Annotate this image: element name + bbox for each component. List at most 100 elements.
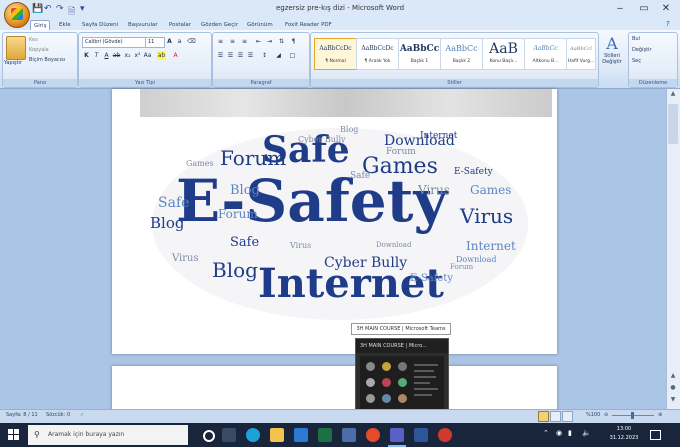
bold-icon[interactable]: K: [82, 51, 91, 60]
customize-qat-icon[interactable]: ▾: [80, 4, 85, 15]
tab-mailings[interactable]: Postalar: [166, 20, 194, 30]
tray-chevron-icon[interactable]: ⌃: [543, 429, 549, 437]
teams-icon[interactable]: [390, 428, 404, 442]
increase-indent-icon[interactable]: ⇥: [265, 37, 274, 46]
window-title: egzersiz pre-kış dizi - Microsoft Word: [275, 4, 405, 12]
store-icon[interactable]: [294, 428, 308, 442]
proofing-icon[interactable]: ✓: [80, 412, 84, 418]
multilevel-list-icon[interactable]: ≡: [240, 37, 249, 46]
change-styles-button[interactable]: A Stilleri Değiştir: [599, 34, 625, 78]
justify-icon[interactable]: ☰: [246, 51, 255, 60]
superscript-icon[interactable]: x²: [133, 51, 142, 60]
print-layout-view-icon[interactable]: [538, 411, 549, 422]
align-center-icon[interactable]: ☰: [226, 51, 235, 60]
zoom-out-icon[interactable]: ⊖: [604, 412, 608, 418]
scroll-up-icon[interactable]: ▲: [667, 90, 679, 100]
browse-object-icon[interactable]: ●: [667, 384, 679, 394]
find-button[interactable]: Bul: [632, 36, 640, 42]
shading-icon[interactable]: ◢: [274, 51, 283, 60]
grow-font-icon[interactable]: A: [165, 37, 174, 46]
office-button[interactable]: [4, 2, 30, 28]
zoom-level[interactable]: %100: [586, 412, 600, 418]
strikethrough-icon[interactable]: ab: [112, 51, 121, 60]
prev-page-icon[interactable]: ▲: [667, 372, 679, 382]
change-case-icon[interactable]: Aa: [143, 51, 152, 60]
photos-icon[interactable]: [342, 428, 356, 442]
select-button[interactable]: Seç: [632, 58, 641, 64]
style-subtitle[interactable]: AaBbCc Altkonu B...: [524, 38, 567, 70]
maximize-button[interactable]: ▭: [634, 3, 654, 14]
tab-view[interactable]: Görünüm: [244, 20, 276, 30]
cut-button[interactable]: Kes: [29, 37, 38, 43]
document-page-2[interactable]: [112, 366, 557, 411]
highlight-icon[interactable]: ab: [157, 51, 166, 60]
paste-icon[interactable]: [6, 36, 26, 60]
style-title[interactable]: AaB Konu Başlı...: [482, 38, 525, 70]
battery-icon[interactable]: ▮: [568, 429, 572, 437]
next-page-icon[interactable]: ▼: [667, 396, 679, 406]
copy-button[interactable]: Kopyala: [29, 47, 49, 53]
word-icon[interactable]: [414, 428, 428, 442]
style-no-spacing[interactable]: AaBbCcDc ¶ Aralık Yok: [356, 38, 399, 70]
excel-icon[interactable]: [318, 428, 332, 442]
cortana-icon[interactable]: [203, 430, 215, 442]
task-view-icon[interactable]: [222, 428, 236, 442]
close-button[interactable]: ✕: [656, 3, 676, 14]
notifications-icon[interactable]: [650, 430, 661, 440]
show-marks-icon[interactable]: ¶: [289, 37, 298, 46]
underline-icon[interactable]: A: [102, 51, 111, 60]
decrease-indent-icon[interactable]: ⇤: [254, 37, 263, 46]
italic-icon[interactable]: T: [92, 51, 101, 60]
scrollbar-thumb[interactable]: [668, 104, 678, 144]
zoom-in-icon[interactable]: ⊕: [658, 412, 662, 418]
edge-icon[interactable]: [246, 428, 260, 442]
align-right-icon[interactable]: ☰: [236, 51, 245, 60]
tab-page-layout[interactable]: Sayfa Düzeni: [79, 20, 121, 30]
tab-review[interactable]: Gözden Geçir: [198, 20, 241, 30]
format-painter-button[interactable]: Biçim Boyacısı: [29, 57, 65, 63]
redo-icon[interactable]: ↷: [56, 4, 64, 15]
network-icon[interactable]: ◉: [556, 429, 562, 437]
paste-button[interactable]: Yapıştır: [4, 60, 22, 66]
font-size-select[interactable]: 11: [145, 37, 165, 48]
page-count[interactable]: Sayfa: 8 / 11: [6, 412, 38, 418]
file-explorer-icon[interactable]: [270, 428, 284, 442]
help-icon[interactable]: ?: [666, 20, 670, 28]
style-subtle-emphasis[interactable]: AaBbCcl Hafif Vurg...: [566, 38, 596, 70]
chat-line: [414, 388, 438, 390]
start-windows-icon[interactable]: [8, 429, 20, 441]
word-count[interactable]: Sözcük: 0: [46, 412, 70, 418]
font-name-select[interactable]: Calibri (Gövde): [82, 37, 146, 48]
clock[interactable]: 13:00 31.12.2023: [607, 425, 641, 443]
shrink-font-icon[interactable]: a: [175, 37, 184, 46]
replace-button[interactable]: Değiştir: [632, 47, 652, 53]
style-heading-2[interactable]: AaBbCc Başlık 2: [440, 38, 483, 70]
clear-format-icon[interactable]: ⌫: [187, 37, 196, 46]
borders-icon[interactable]: □: [288, 51, 297, 60]
taskbar-search-input[interactable]: ⚲ Aramak için buraya yazın: [28, 425, 188, 445]
subscript-icon[interactable]: x₂: [123, 51, 132, 60]
numbering-icon[interactable]: ≡: [228, 37, 237, 46]
volume-icon[interactable]: 🔈: [582, 429, 591, 437]
bullets-icon[interactable]: ≡: [216, 37, 225, 46]
undo-icon[interactable]: ↶: [44, 4, 52, 15]
cloud-word: Blog: [340, 125, 359, 134]
tab-references[interactable]: Başvurular: [125, 20, 161, 30]
sort-icon[interactable]: ⇅: [277, 37, 286, 46]
zoom-slider-thumb[interactable]: [631, 412, 634, 419]
style-heading-1[interactable]: AaBbCc Başlık 1: [398, 38, 441, 70]
style-normal[interactable]: AaBbCcDc ¶ Normal: [314, 38, 357, 70]
tab-insert[interactable]: Ekle: [56, 20, 74, 30]
full-screen-view-icon[interactable]: [550, 411, 561, 422]
cloud-word: E-Safety: [454, 167, 493, 177]
tab-foxit-pdf[interactable]: Foxit Reader PDF: [282, 20, 335, 30]
web-layout-view-icon[interactable]: [562, 411, 573, 422]
print-preview-icon[interactable]: 🗎: [68, 4, 75, 17]
align-left-icon[interactable]: ☰: [216, 51, 225, 60]
font-color-icon[interactable]: A: [171, 51, 180, 60]
minimize-button[interactable]: ‒: [610, 3, 630, 14]
save-icon[interactable]: 💾: [32, 4, 43, 15]
line-spacing-icon[interactable]: ↕: [260, 51, 269, 60]
media-player-icon[interactable]: [438, 428, 452, 442]
chrome-icon[interactable]: [366, 428, 380, 442]
